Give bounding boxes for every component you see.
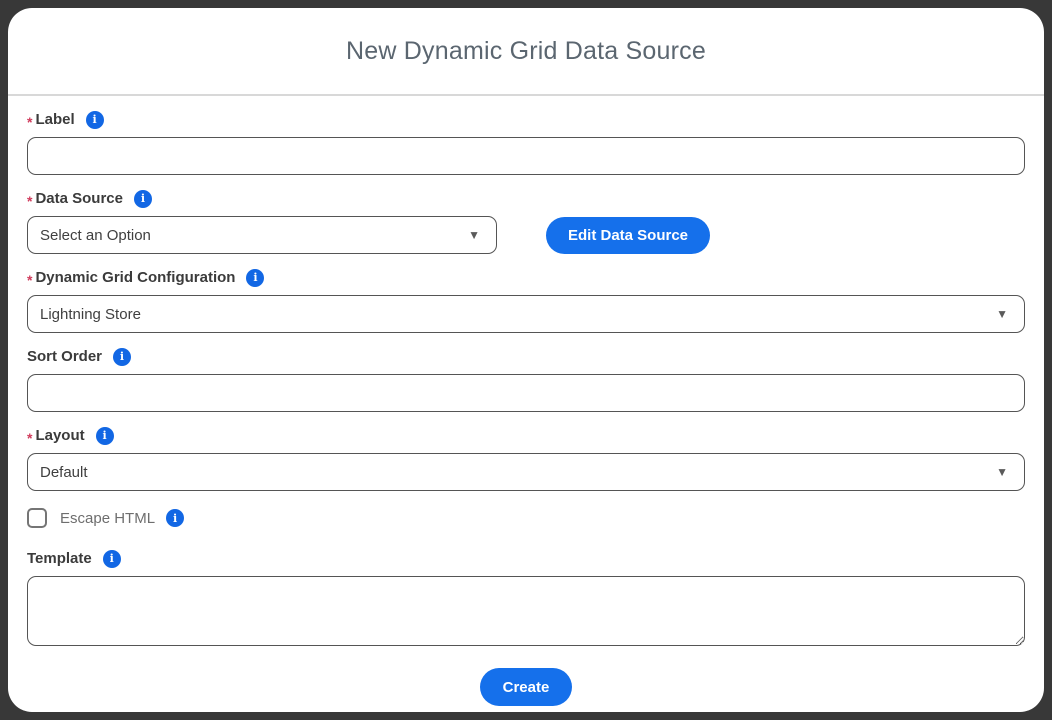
template-label-row: Template i [27, 548, 1025, 569]
sort-order-field: Sort Order i [27, 346, 1025, 412]
info-glyph: i [141, 193, 145, 204]
chevron-down-icon: ▼ [996, 466, 1008, 478]
layout-field: * Layout i Default ▼ [27, 425, 1025, 491]
chevron-down-icon: ▼ [468, 229, 480, 241]
template-label: Template [27, 550, 92, 567]
escape-html-info-icon[interactable]: i [166, 509, 184, 527]
info-glyph: i [120, 351, 124, 362]
data-source-row: Select an Option ▼ Edit Data Source [27, 216, 1025, 254]
dynamic-grid-configuration-field: * Dynamic Grid Configuration i Lightning… [27, 267, 1025, 333]
data-source-select[interactable]: Select an Option ▼ [27, 216, 497, 254]
dynamic-grid-configuration-select[interactable]: Lightning Store ▼ [27, 295, 1025, 333]
required-asterisk: * [27, 272, 32, 288]
dynamic-grid-configuration-label-row: * Dynamic Grid Configuration i [27, 267, 1025, 288]
dynamic-grid-configuration-label: Dynamic Grid Configuration [35, 269, 235, 286]
create-button[interactable]: Create [480, 668, 573, 706]
data-source-label: Data Source [35, 190, 123, 207]
info-glyph: i [93, 114, 97, 125]
layout-info-icon[interactable]: i [96, 427, 114, 445]
data-source-label-row: * Data Source i [27, 188, 1025, 209]
modal-title: New Dynamic Grid Data Source [346, 37, 706, 66]
label-info-icon[interactable]: i [86, 111, 104, 129]
layout-selected-value: Default [40, 464, 88, 481]
layout-label-row: * Layout i [27, 425, 1025, 446]
label-field: * Label i [27, 109, 1025, 175]
escape-html-label: Escape HTML [60, 510, 155, 527]
label-input[interactable] [27, 137, 1025, 175]
label-field-label-row: * Label i [27, 109, 1025, 130]
data-source-field: * Data Source i Select an Option ▼ Edit … [27, 188, 1025, 254]
data-source-selected-value: Select an Option [40, 227, 151, 244]
modal-body: * Label i * Data Source i Select an Opti… [8, 96, 1044, 706]
info-glyph: i [173, 513, 177, 524]
escape-html-row: Escape HTML i [27, 507, 1025, 529]
dynamic-grid-configuration-info-icon[interactable]: i [246, 269, 264, 287]
label-field-label: Label [35, 111, 74, 128]
sort-order-label: Sort Order [27, 348, 102, 365]
modal-footer: Create [27, 668, 1025, 706]
edit-data-source-button[interactable]: Edit Data Source [546, 217, 710, 254]
sort-order-input[interactable] [27, 374, 1025, 412]
escape-html-checkbox[interactable] [27, 508, 47, 528]
new-dynamic-grid-data-source-modal: New Dynamic Grid Data Source * Label i *… [8, 8, 1044, 712]
info-glyph: i [253, 272, 257, 283]
modal-header: New Dynamic Grid Data Source [8, 8, 1044, 96]
info-glyph: i [103, 430, 107, 441]
required-asterisk: * [27, 193, 32, 209]
sort-order-info-icon[interactable]: i [113, 348, 131, 366]
chevron-down-icon: ▼ [996, 308, 1008, 320]
template-info-icon[interactable]: i [103, 550, 121, 568]
dynamic-grid-configuration-selected-value: Lightning Store [40, 306, 141, 323]
layout-label: Layout [35, 427, 84, 444]
info-glyph: i [110, 553, 114, 564]
sort-order-label-row: Sort Order i [27, 346, 1025, 367]
template-textarea[interactable] [27, 576, 1025, 646]
template-field: Template i [27, 548, 1025, 651]
required-asterisk: * [27, 114, 32, 130]
data-source-info-icon[interactable]: i [134, 190, 152, 208]
required-asterisk: * [27, 430, 32, 446]
layout-select[interactable]: Default ▼ [27, 453, 1025, 491]
